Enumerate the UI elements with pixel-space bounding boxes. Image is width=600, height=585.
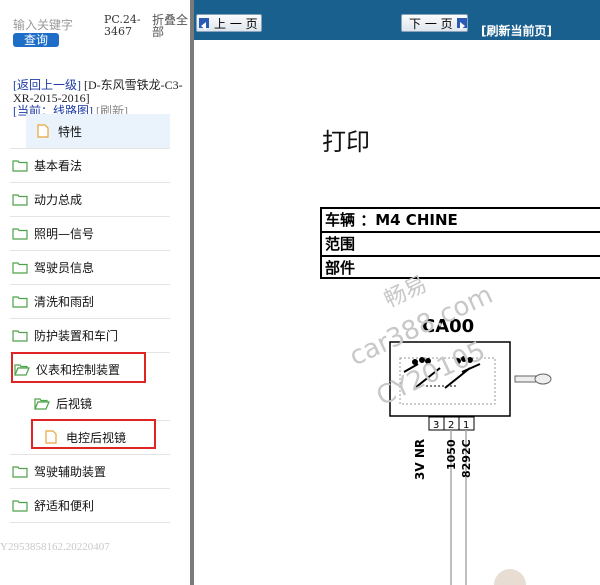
- tree-item-label: 清洗和雨刮: [34, 294, 95, 309]
- arrow-right-icon: [457, 18, 467, 30]
- decoration-circle: [494, 569, 526, 585]
- tree-item-label: 基本看法: [34, 158, 83, 173]
- tree-item-features[interactable]: 特性: [36, 114, 82, 148]
- highlight-box: [31, 419, 156, 449]
- doc-title: 打印: [322, 128, 370, 156]
- folder-icon: [12, 260, 28, 274]
- prev-page-button[interactable]: 上 一 页: [196, 14, 262, 32]
- left-pane: 输入关键字 查询 PC.24-3467 折叠全部 [返回上一级] [D-东风雪铁…: [0, 0, 190, 585]
- document-code: PC.24-3467: [104, 13, 141, 38]
- pin-label: 3: [433, 420, 439, 431]
- wire-label: 8292C: [460, 439, 473, 478]
- next-page-label: 下 一 页: [409, 17, 453, 31]
- vehicle-info-table: 车辆 ：M4 CHINE 范围 部件: [320, 207, 600, 279]
- tree-item-mirrors[interactable]: 后视镜: [34, 386, 92, 420]
- tree-item-label: 驾驶员信息: [34, 260, 95, 275]
- tree-item-label: 特性: [58, 124, 83, 139]
- refresh-page-link[interactable]: [刷新当前页]: [481, 22, 552, 39]
- next-page-button[interactable]: 下 一 页: [401, 14, 468, 32]
- folder-icon: [12, 328, 28, 342]
- tree-item-protection-doors[interactable]: 防护装置和车门: [12, 318, 118, 352]
- back-link[interactable]: [返回上一级]: [13, 78, 81, 92]
- key-icon: [514, 373, 552, 385]
- search-button[interactable]: 查询: [13, 33, 59, 47]
- tree-item-label: 舒适和便利: [34, 498, 95, 513]
- file-icon: [36, 124, 52, 138]
- tree-item-lighting[interactable]: 照明—信号: [12, 216, 94, 250]
- highlight-box: [11, 352, 146, 383]
- search-input[interactable]: 输入关键字: [13, 16, 73, 33]
- folder-icon: [12, 294, 28, 308]
- info-row-vehicle: 车辆 ：M4 CHINE: [322, 209, 600, 233]
- tree-item-basic[interactable]: 基本看法: [12, 148, 82, 182]
- tree-item-powertrain[interactable]: 动力总成: [12, 182, 82, 216]
- folder-icon: [12, 498, 28, 512]
- folder-icon: [12, 158, 28, 172]
- pin-label: 1: [463, 420, 469, 431]
- folder-icon: [12, 192, 28, 206]
- tree-item-label: 动力总成: [34, 192, 83, 207]
- tree-item-label: 照明—信号: [34, 226, 95, 241]
- tree-item-label: 后视镜: [56, 396, 93, 411]
- folder-open-icon: [34, 396, 50, 410]
- wire-label: 1050: [445, 439, 458, 470]
- collapse-all-link[interactable]: 折叠全部: [152, 14, 190, 38]
- info-row-scope: 范围: [322, 233, 600, 257]
- left-watermark: Y2953858162.20220407: [0, 541, 110, 553]
- tree-item-driver-info[interactable]: 驾驶员信息: [12, 250, 94, 284]
- tree-item-wash-wipe[interactable]: 清洗和雨刮: [12, 284, 94, 318]
- folder-icon: [12, 464, 28, 478]
- info-row-part: 部件: [325, 259, 356, 277]
- prev-page-label: 上 一 页: [214, 17, 258, 31]
- tree-item-label: 防护装置和车门: [34, 328, 119, 343]
- wire-label: 3V NR: [413, 439, 427, 480]
- tree-item-driving-assist[interactable]: 驾驶辅助装置: [12, 454, 106, 488]
- pin-label: 2: [448, 420, 454, 431]
- breadcrumb: [返回上一级] [D-东风雪铁龙-C3-XR-2015-2016] [当前：线路…: [13, 79, 190, 118]
- arrow-left-icon: [199, 18, 209, 30]
- tree-item-comfort[interactable]: 舒适和便利: [12, 488, 94, 522]
- folder-icon: [12, 226, 28, 240]
- divider: [10, 522, 170, 523]
- tree-item-label: 驾驶辅助装置: [34, 464, 107, 479]
